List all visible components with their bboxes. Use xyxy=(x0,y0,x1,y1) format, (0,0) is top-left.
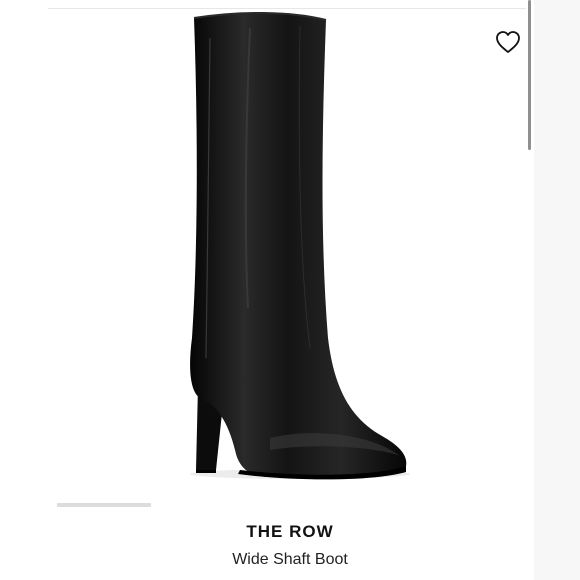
brand-name[interactable]: THE ROW xyxy=(0,522,580,542)
product-image[interactable] xyxy=(150,8,430,488)
heart-outline-icon[interactable] xyxy=(494,28,522,56)
product-screen: THE ROW Wide Shaft Boot xyxy=(0,0,580,580)
scrollbar-thumb[interactable] xyxy=(528,0,531,150)
product-name[interactable]: Wide Shaft Boot xyxy=(0,551,580,569)
carousel-indicator[interactable] xyxy=(57,503,151,507)
boot-illustration xyxy=(190,12,410,480)
scrollbar[interactable] xyxy=(526,0,534,520)
heart-outline-icon-svg xyxy=(496,31,520,53)
page-edge xyxy=(534,0,580,580)
